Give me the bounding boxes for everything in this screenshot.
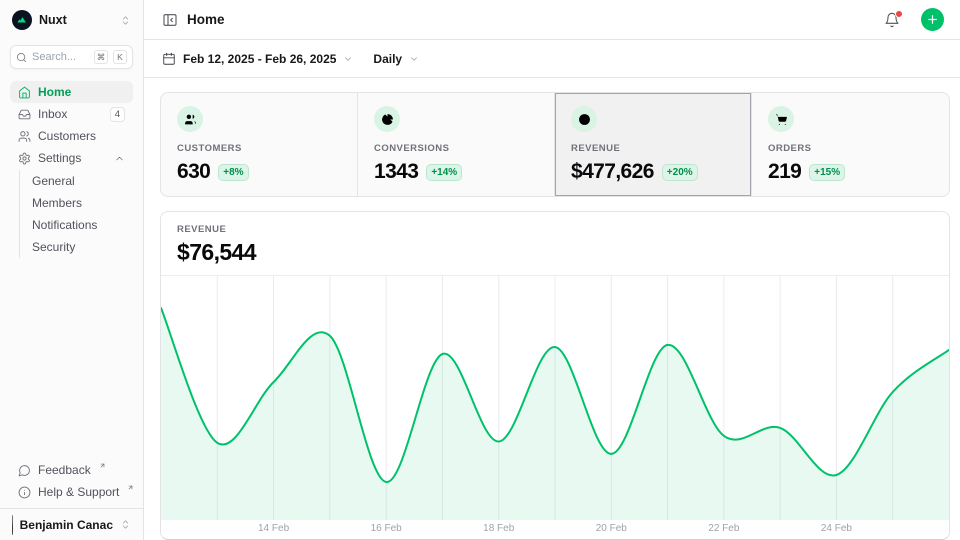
stat-label: REVENUE: [571, 143, 735, 154]
stat-card-conversions[interactable]: CONVERSIONS 1343 +14%: [358, 93, 555, 196]
footer-link-label: Help & Support: [38, 485, 119, 499]
chevrons-up-down-icon: [120, 519, 131, 530]
sidebar: Nuxt ⌘ K Home Inbo: [0, 0, 144, 540]
period-label: Daily: [373, 52, 402, 66]
notifications-button[interactable]: [884, 12, 900, 28]
stat-value: 219: [768, 160, 801, 184]
panel-collapse-icon[interactable]: [162, 12, 178, 28]
chevron-up-icon: [114, 153, 125, 164]
user-name: Benjamin Canac: [20, 518, 113, 532]
inbox-count-badge: 4: [110, 107, 125, 122]
nuxt-logo-icon: [12, 10, 32, 30]
external-link-icon: [127, 484, 134, 491]
search-icon: [16, 52, 27, 63]
chevron-down-icon: [409, 54, 419, 64]
x-axis-tick: 16 Feb: [371, 523, 402, 534]
date-range-label: Feb 12, 2025 - Feb 26, 2025: [183, 52, 336, 66]
kbd-k: K: [113, 50, 127, 64]
pie-chart-icon: [374, 106, 400, 132]
stats-row: CUSTOMERS 630 +8% CONVERSIONS 1343 +14%: [160, 92, 950, 197]
gear-icon: [18, 152, 31, 165]
notification-dot: [895, 10, 903, 18]
sidebar-footer-links: Feedback Help & Support: [10, 459, 133, 503]
revenue-chart-svg: [161, 276, 949, 520]
settings-submenu: General Members Notifications Security: [19, 170, 133, 258]
x-axis-labels: 14 Feb 16 Feb 18 Feb 20 Feb 22 Feb 24 Feb: [161, 519, 949, 539]
sidebar-item-settings[interactable]: Settings: [10, 147, 133, 169]
inbox-icon: [18, 108, 31, 121]
add-button[interactable]: [921, 8, 944, 31]
stat-value: 1343: [374, 160, 418, 184]
x-axis-tick: 14 Feb: [258, 523, 289, 534]
users-icon: [18, 130, 31, 143]
filter-toolbar: Feb 12, 2025 - Feb 26, 2025 Daily: [144, 40, 960, 78]
chart-plot-area[interactable]: [161, 275, 949, 519]
chart-total-value: $76,544: [177, 239, 933, 266]
x-axis-tick: 20 Feb: [596, 523, 627, 534]
avatar: [12, 515, 13, 535]
stat-card-orders[interactable]: ORDERS 219 +15%: [752, 93, 949, 196]
search-input[interactable]: [32, 51, 89, 63]
stat-value: $477,626: [571, 160, 654, 184]
stat-card-revenue[interactable]: REVENUE $477,626 +20%: [555, 93, 752, 196]
sidebar-nav: Home Inbox 4 Customers Settings: [10, 81, 133, 169]
team-picker[interactable]: Nuxt: [0, 0, 143, 32]
stat-label: ORDERS: [768, 143, 933, 154]
sidebar-item-label: Customers: [38, 129, 125, 143]
external-link-icon: [99, 462, 106, 469]
sidebar-item-label: Settings: [38, 151, 107, 165]
cart-icon: [768, 106, 794, 132]
sidebar-spacer: [0, 258, 143, 459]
team-name: Nuxt: [39, 13, 113, 27]
stat-delta-badge: +8%: [218, 164, 248, 181]
users-icon: [177, 106, 203, 132]
x-axis-tick: 18 Feb: [483, 523, 514, 534]
message-bubble-icon: [18, 464, 31, 477]
submenu-item-notifications[interactable]: Notifications: [20, 214, 133, 236]
chevrons-up-down-icon: [120, 15, 131, 26]
app-window: Nuxt ⌘ K Home Inbo: [0, 0, 960, 540]
info-circle-icon: [18, 486, 31, 499]
sidebar-item-customers[interactable]: Customers: [10, 125, 133, 147]
dashboard-content: CUSTOMERS 630 +8% CONVERSIONS 1343 +14%: [144, 78, 960, 540]
date-range-picker[interactable]: Feb 12, 2025 - Feb 26, 2025: [162, 52, 353, 66]
x-axis-tick: 24 Feb: [821, 523, 852, 534]
calendar-icon: [162, 52, 176, 66]
period-select[interactable]: Daily: [373, 52, 419, 66]
footer-link-label: Feedback: [38, 463, 91, 477]
page-title: Home: [187, 12, 875, 27]
stat-card-customers[interactable]: CUSTOMERS 630 +8%: [161, 93, 358, 196]
kbd-meta: ⌘: [94, 50, 108, 64]
home-icon: [18, 86, 31, 99]
sidebar-item-inbox[interactable]: Inbox 4: [10, 103, 133, 125]
stat-label: CUSTOMERS: [177, 143, 341, 154]
feedback-link[interactable]: Feedback: [10, 459, 133, 481]
help-support-link[interactable]: Help & Support: [10, 481, 133, 503]
stat-delta-badge: +20%: [662, 164, 698, 181]
sidebar-item-label: Home: [38, 85, 125, 99]
main-area: Home Feb 12, 2025 - Feb 26, 2025: [144, 0, 960, 540]
stat-value: 630: [177, 160, 210, 184]
sidebar-item-home[interactable]: Home: [10, 81, 133, 103]
chart-title: REVENUE: [177, 224, 933, 235]
stat-delta-badge: +14%: [426, 164, 462, 181]
stat-delta-badge: +15%: [809, 164, 845, 181]
search-box[interactable]: ⌘ K: [10, 45, 133, 69]
chevron-down-icon: [343, 54, 353, 64]
chart-header: REVENUE $76,544: [161, 212, 949, 275]
x-axis-tick: 22 Feb: [708, 523, 739, 534]
stat-label: CONVERSIONS: [374, 143, 538, 154]
submenu-item-security[interactable]: Security: [20, 236, 133, 258]
dollar-circle-icon: [571, 106, 597, 132]
top-header: Home: [144, 0, 960, 40]
user-menu[interactable]: Benjamin Canac: [0, 509, 143, 540]
revenue-chart-card: REVENUE $76,544 14 Feb 16 Feb 18 Feb 20 Feb…: [160, 211, 950, 540]
sidebar-item-label: Inbox: [38, 107, 103, 121]
submenu-item-members[interactable]: Members: [20, 192, 133, 214]
submenu-item-general[interactable]: General: [20, 170, 133, 192]
plus-icon: [926, 13, 939, 26]
